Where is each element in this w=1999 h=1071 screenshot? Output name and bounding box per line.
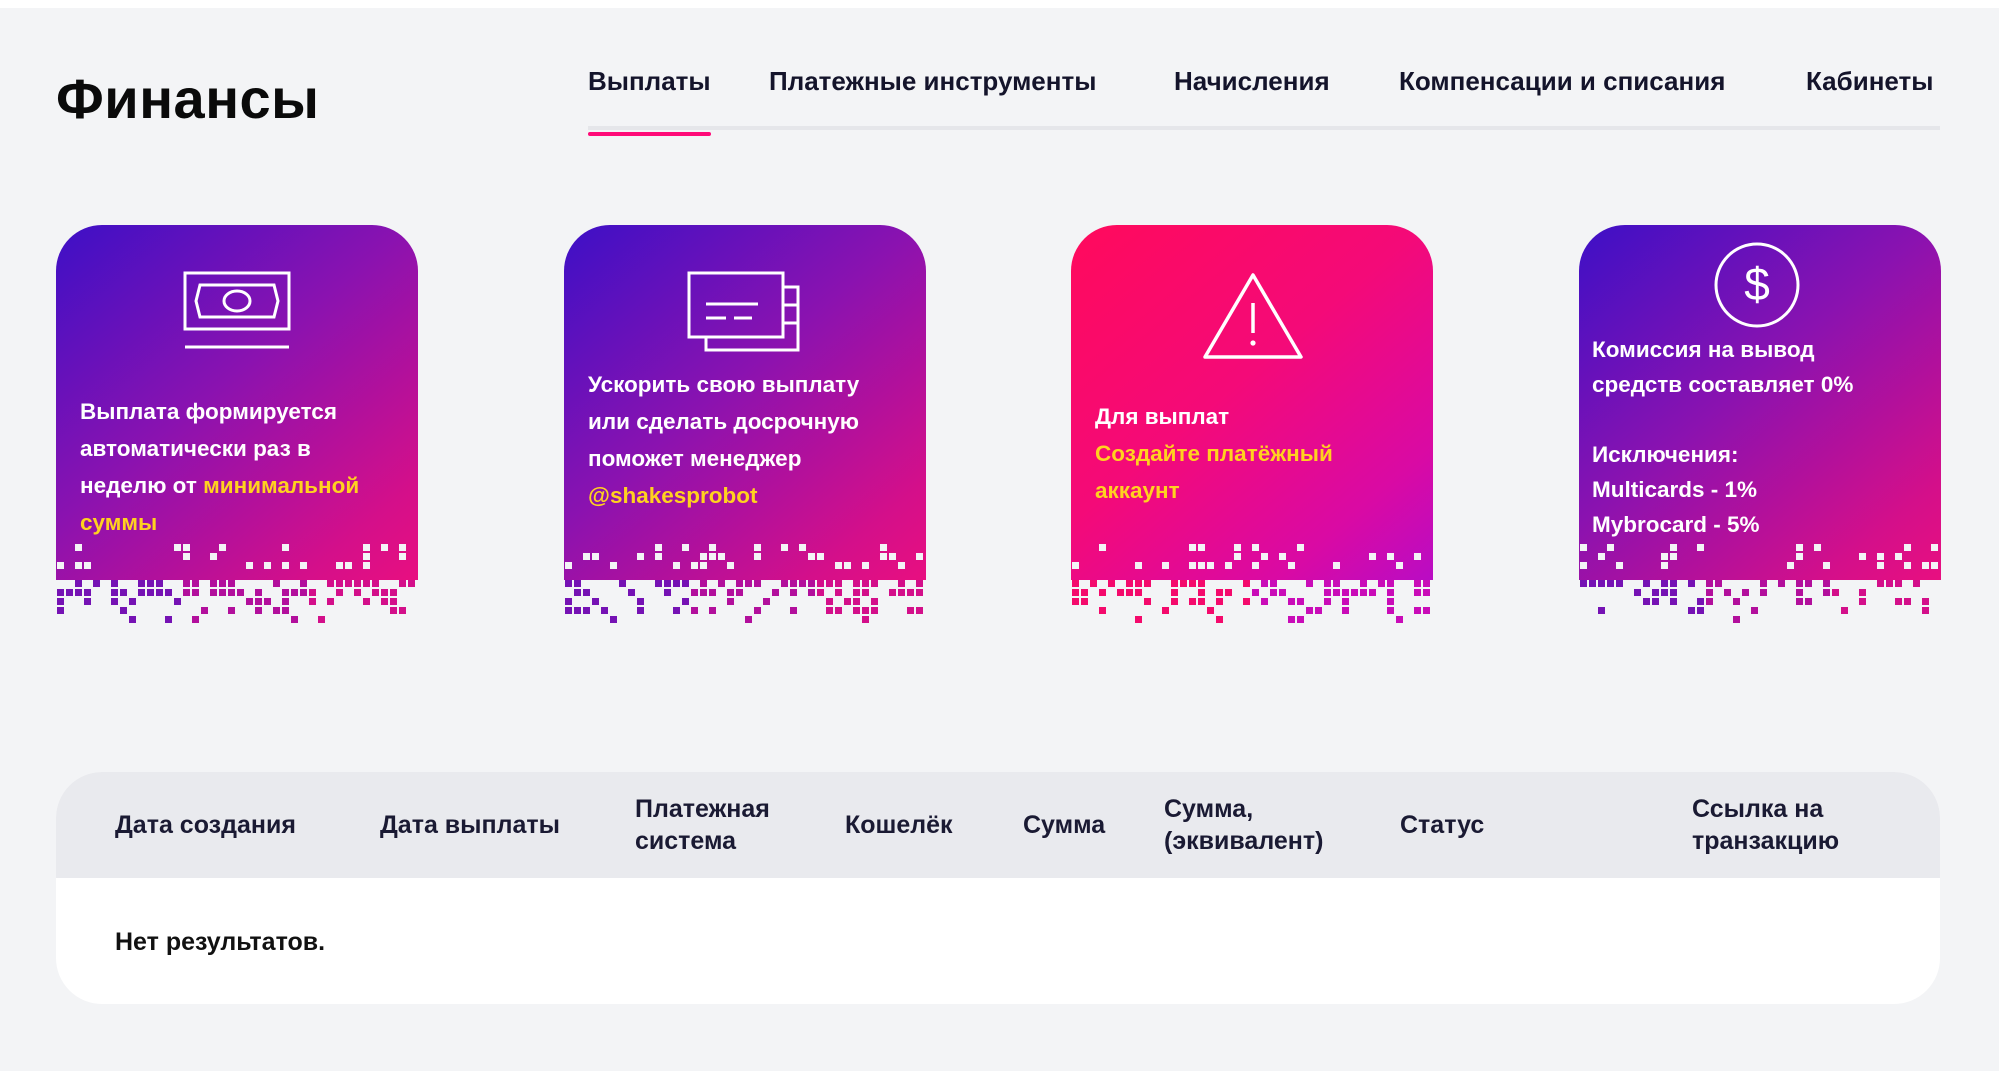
payouts-table: Дата создания Дата выплаты Платежная сис… [56,772,1940,1004]
warning-icon [1201,271,1305,366]
banknote-icon [182,270,292,357]
column-header-status[interactable]: Статус [1400,809,1484,841]
column-header-payment-system[interactable]: Платежная система [635,793,770,857]
tab-accruals[interactable]: Начисления [1174,66,1330,134]
column-header-amount[interactable]: Сумма [1023,809,1105,841]
create-account-link[interactable]: Создайте платёжный [1095,441,1333,466]
min-amount-link[interactable]: минимальной [203,473,359,498]
top-strip [0,0,1999,8]
manager-telegram-link[interactable]: @shakesprobot [588,483,757,508]
info-card-payment-account: Для выплат Создайте платёжный аккаунт [1071,225,1433,625]
payment-cards-icon [686,270,804,361]
column-header-created-date[interactable]: Дата создания [115,809,296,841]
page-title: Финансы [56,67,320,130]
dollar-circle-icon: $ [1712,240,1802,335]
min-amount-link-cont[interactable]: суммы [80,510,157,535]
column-header-transaction-link[interactable]: Ссылка на транзакцию [1692,793,1839,857]
column-header-payout-date[interactable]: Дата выплаты [380,809,560,841]
create-account-link-cont[interactable]: аккаунт [1095,478,1180,503]
tab-cabinets[interactable]: Кабинеты [1806,66,1933,134]
card-text: Выплата формируется автоматически раз в … [80,399,360,535]
card-text: Ускорить свою выплату или сделать досроч… [588,372,860,508]
finance-tabs: Выплаты Платежные инструменты Начисления… [588,58,1940,136]
column-header-wallet[interactable]: Кошелёк [845,809,953,841]
card-text: Комиссия на вывод средств составляет 0% … [1592,337,1854,537]
info-card-auto-payout: Выплата формируется автоматически раз в … [56,225,418,625]
column-header-amount-equivalent[interactable]: Сумма, (эквивалент) [1164,793,1323,857]
tab-payment-tools[interactable]: Платежные инструменты [769,66,1096,134]
tab-compensations[interactable]: Компенсации и списания [1399,66,1725,134]
tab-payouts[interactable]: Выплаты [588,66,711,136]
svg-text:$: $ [1744,258,1770,310]
info-card-commission: $ Комиссия на вывод средств составляет 0… [1579,225,1941,625]
info-card-manager: Ускорить свою выплату или сделать досроч… [564,225,926,625]
table-header: Дата создания Дата выплаты Платежная сис… [56,772,1940,878]
empty-results-message: Нет результатов. [115,928,326,956]
card-text: Для выплат Создайте платёжный аккаунт [1095,404,1333,503]
